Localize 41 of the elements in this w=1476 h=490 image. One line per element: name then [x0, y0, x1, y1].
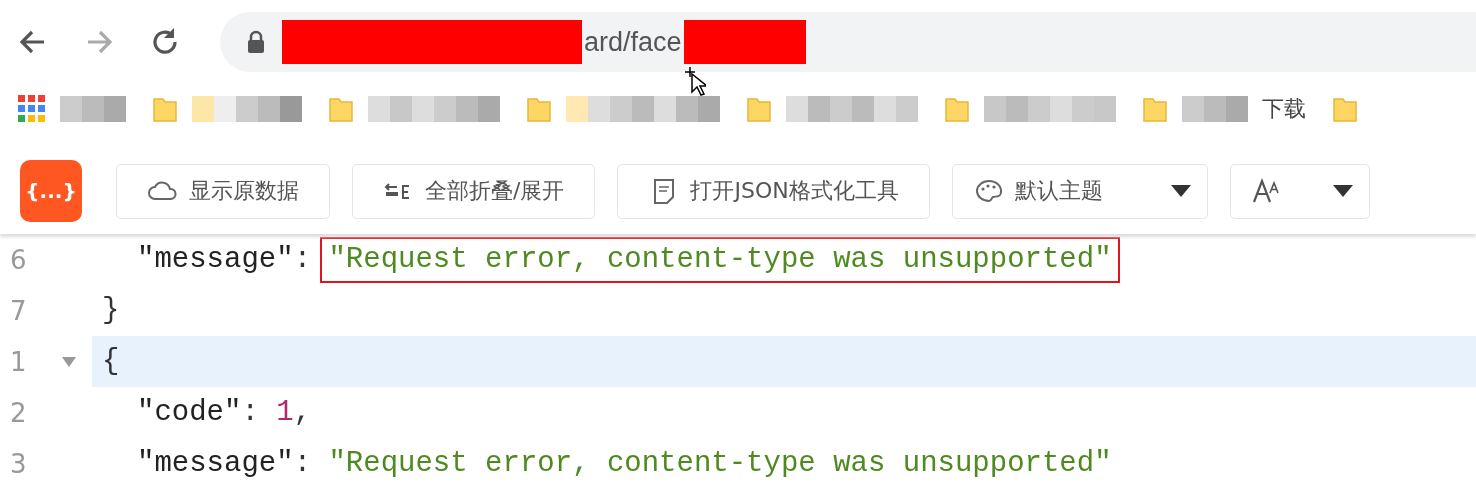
line-number: 1 [9, 346, 28, 377]
json-punctuation: : [293, 242, 313, 276]
folder-icon[interactable] [944, 95, 970, 123]
json-key: "message" [137, 447, 294, 480]
bookmark-label[interactable]: 下载 [1262, 94, 1306, 124]
json-punctuation: } [102, 294, 120, 327]
toolbar-button[interactable]: 显示原数据 [116, 163, 330, 219]
json-key: "code" [137, 396, 242, 429]
line-number: 7 [9, 295, 28, 326]
folder-icon[interactable] [526, 95, 552, 123]
line-number: 6 [9, 244, 28, 275]
json-punctuation: : [241, 396, 260, 429]
caret-icon [1332, 185, 1353, 197]
json-punctuation: , [293, 396, 312, 429]
folder-icon[interactable] [328, 95, 354, 123]
blurred-label [60, 96, 126, 122]
line-number: 2 [9, 397, 28, 428]
apps-icon[interactable] [18, 95, 46, 123]
app-logo: {...} [20, 160, 82, 222]
cursor-icon [684, 66, 706, 96]
fold-caret-icon[interactable] [62, 356, 76, 367]
folder-icon[interactable] [152, 95, 178, 123]
json-string: "Request error, content-type was unsupported" [328, 447, 1112, 480]
json-punctuation: : [293, 447, 313, 480]
folder-icon[interactable] [1142, 95, 1168, 123]
folder-icon[interactable] [746, 95, 772, 123]
folder-icon[interactable] [1332, 95, 1358, 123]
json-key: "message" [137, 242, 294, 276]
json-number: 1 [276, 396, 294, 429]
address-bar[interactable]: ard/face [220, 12, 1476, 72]
dropdown[interactable]: 默认主题 [951, 163, 1208, 219]
toolbar-button[interactable]: 全部折叠/展开 [352, 163, 596, 219]
dropdown[interactable] [1229, 163, 1370, 219]
caret-icon [1170, 185, 1191, 197]
lock-icon [246, 30, 266, 54]
json-string: "Request error, content-type was unsupported" [320, 236, 1120, 283]
json-punctuation: { [102, 345, 120, 378]
line-number: 3 [9, 448, 28, 479]
blurred-label [1182, 96, 1248, 122]
toolbar-button[interactable]: 打开JSON格式化工具 [617, 163, 930, 219]
url-text: ard/face [583, 26, 683, 58]
